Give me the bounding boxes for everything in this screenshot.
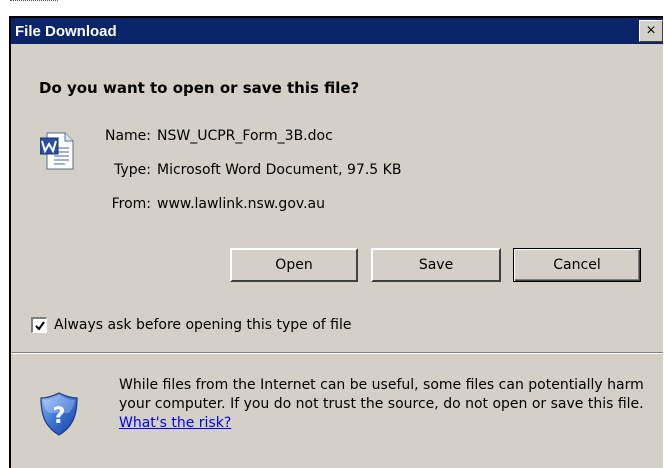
warning-text: While files from the Internet can be use… <box>119 377 644 412</box>
name-label: Name: <box>104 128 151 144</box>
type-value: Microsoft Word Document, 97.5 KB <box>157 162 402 178</box>
open-button[interactable]: Open <box>230 248 358 282</box>
security-shield-icon: ? <box>39 392 79 440</box>
always-ask-checkbox[interactable] <box>31 317 47 333</box>
save-button[interactable]: Save <box>371 248 501 282</box>
name-value: NSW_UCPR_Form_3B.doc <box>157 128 333 144</box>
type-label: Type: <box>114 162 151 178</box>
section-divider <box>11 352 663 354</box>
checkmark-icon <box>35 321 45 331</box>
svg-text:?: ? <box>53 404 66 429</box>
title-bar[interactable]: File Download × <box>11 18 663 44</box>
selection-dotted-line <box>10 0 58 1</box>
close-icon: × <box>646 22 656 39</box>
file-download-dialog: File Download × Do you want to open or s… <box>9 16 663 468</box>
from-value: www.lawlink.nsw.gov.au <box>157 196 325 212</box>
cancel-button[interactable]: Cancel <box>513 248 641 282</box>
from-label: From: <box>111 196 151 212</box>
whats-the-risk-link[interactable]: What's the risk? <box>119 415 231 431</box>
dialog-question: Do you want to open or save this file? <box>39 79 360 97</box>
word-document-icon <box>39 132 74 174</box>
window-title: File Download <box>15 23 117 40</box>
close-button[interactable]: × <box>639 20 663 42</box>
security-warning: While files from the Internet can be use… <box>119 376 659 433</box>
always-ask-label[interactable]: Always ask before opening this type of f… <box>54 317 352 333</box>
